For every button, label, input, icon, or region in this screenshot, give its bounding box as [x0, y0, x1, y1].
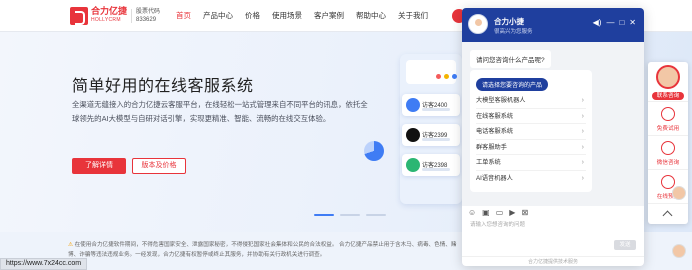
nav-item-home[interactable]: 首页: [170, 0, 197, 32]
hero-title: 简单好用的在线客服系统: [72, 78, 254, 95]
logo-mark-icon: [70, 7, 88, 25]
close-icon[interactable]: ✕: [629, 18, 636, 28]
product-menu: 请选择您要咨询的产品 大模型客服机器人 › 在线客服系统 › 电话客服系统 › 群客服…: [470, 70, 592, 192]
chevron-right-icon: ›: [581, 97, 584, 104]
carousel-dot[interactable]: [314, 214, 334, 216]
nav-item-help[interactable]: 帮助中心: [350, 0, 392, 32]
window-dot-red: [436, 74, 441, 79]
carousel-dot[interactable]: [340, 214, 360, 216]
contact-consult-button[interactable]: 联系咨询: [648, 62, 688, 102]
brand-name: 合力亿捷: [91, 6, 128, 16]
wechat-consult-button[interactable]: 微信咨询: [648, 136, 688, 170]
gift-icon: [661, 107, 675, 121]
nav-item-scenarios[interactable]: 使用场景: [266, 0, 308, 32]
chevron-right-icon: ›: [581, 128, 584, 135]
hero-description: 全渠道无缝接入的合力亿捷云客服平台，在线轻松一站式管理来自不同平台的讯息，依托全…: [72, 100, 368, 123]
chat-footer: 合力亿捷提供技术服务: [462, 256, 644, 266]
floating-sidebar: 联系咨询 免费试用 微信咨询 在线预览: [648, 62, 688, 224]
free-trial-button[interactable]: 免费试用: [648, 102, 688, 136]
app-store-icon: [406, 98, 420, 112]
chat-input[interactable]: 请输入您想咨询的问题: [470, 220, 525, 228]
agent-status: 很高兴为您服务: [494, 29, 533, 35]
nav-item-cases[interactable]: 客户案例: [308, 0, 350, 32]
screenshot-icon[interactable]: ⊠: [521, 208, 528, 217]
logo-divider: [131, 9, 133, 23]
agent-avatar: [468, 14, 488, 34]
menu-item[interactable]: 群客服助手 ›: [476, 140, 586, 155]
wechat-icon: [406, 158, 420, 172]
carousel-indicators: [314, 214, 386, 216]
tiktok-icon: [406, 128, 420, 142]
menu-item[interactable]: 大模型客服机器人 ›: [476, 93, 586, 109]
agent-message: 请问您咨询什么产品呢?: [470, 50, 551, 68]
chevron-right-icon: ›: [581, 159, 584, 166]
video-icon[interactable]: ▶: [509, 208, 515, 217]
minimize-icon[interactable]: —: [606, 18, 614, 28]
notice-text: 在使用合力亿捷软件期间，不得危害国家安全、泄露国家秘密，不得侵犯国家社会集体和公…: [68, 242, 457, 258]
agent-avatar-small[interactable]: [672, 186, 686, 200]
agent-name: 合力小捷: [494, 17, 524, 26]
stock-code: 833629: [136, 17, 157, 23]
product-illustration: 访客2400 访客2399 访客2398: [400, 54, 462, 204]
preview-icon: [661, 175, 675, 189]
file-icon[interactable]: ▭: [496, 208, 504, 217]
main-nav: 首页 产品中心 价格 使用场景 客户案例 帮助中心 关于我们: [170, 0, 434, 32]
chat-toolbar: ☺ ▣ ▭ ▶ ⊠: [468, 208, 528, 217]
agent-avatar-small[interactable]: [672, 244, 686, 258]
carousel-dot[interactable]: [366, 214, 386, 216]
pricing-button[interactable]: 版本及价格: [132, 158, 186, 174]
visitor-card: 访客2398: [402, 154, 460, 176]
pie-chart-icon: [364, 141, 384, 161]
wechat-icon: [661, 141, 675, 155]
chevron-right-icon: ›: [581, 112, 584, 120]
nav-item-pricing[interactable]: 价格: [239, 0, 266, 32]
menu-item[interactable]: 在线客服系统 ›: [476, 109, 586, 124]
brand-name-en: HOLLYCRM: [91, 17, 121, 23]
maximize-icon[interactable]: □: [619, 18, 624, 28]
menu-title: 请选择您要咨询的产品: [476, 78, 549, 91]
send-button[interactable]: 发送: [614, 240, 636, 250]
chat-header: 合力小捷 很高兴为您服务 ◀) — □ ✕: [462, 8, 644, 42]
menu-item[interactable]: 工单系统 ›: [476, 155, 586, 171]
visitor-card: 访客2400: [402, 94, 460, 116]
nav-item-products[interactable]: 产品中心: [197, 0, 239, 32]
back-to-top-button[interactable]: [648, 204, 688, 224]
menu-item[interactable]: 电话客服系统 ›: [476, 124, 586, 140]
window-dot-yellow: [444, 74, 449, 79]
nav-item-about[interactable]: 关于我们: [392, 0, 434, 32]
visitor-card: 访客2399: [402, 124, 460, 146]
stock-label: 股票代码: [136, 9, 161, 15]
chevron-right-icon: ›: [581, 174, 584, 182]
window-dot-blue: [452, 74, 457, 79]
chat-window: 合力小捷 很高兴为您服务 ◀) — □ ✕ 请问您咨询什么产品呢? 请选择您要咨…: [462, 8, 644, 266]
sound-icon[interactable]: ◀): [593, 18, 602, 28]
learn-more-button[interactable]: 了解详情: [72, 158, 126, 174]
chat-messages: 请问您咨询什么产品呢? 请选择您要咨询的产品 大模型客服机器人 › 在线客服系统 ›…: [462, 42, 644, 206]
avatar: [656, 65, 680, 89]
emoji-icon[interactable]: ☺: [468, 208, 476, 217]
image-icon[interactable]: ▣: [482, 208, 490, 217]
menu-item[interactable]: AI语音机器人 ›: [476, 171, 586, 187]
chevron-right-icon: ›: [581, 143, 584, 151]
warning-icon: ⚠: [68, 242, 74, 248]
status-bar-url: https://www.7x24cc.com: [0, 258, 88, 270]
compliance-notice: ⚠ 在使用合力亿捷软件期间，不得危害国家安全、泄露国家秘密，不得侵犯国家社会集体…: [68, 240, 462, 262]
brand-logo[interactable]: 合力亿捷 HOLLYCRM 股票代码 833629: [70, 6, 160, 26]
